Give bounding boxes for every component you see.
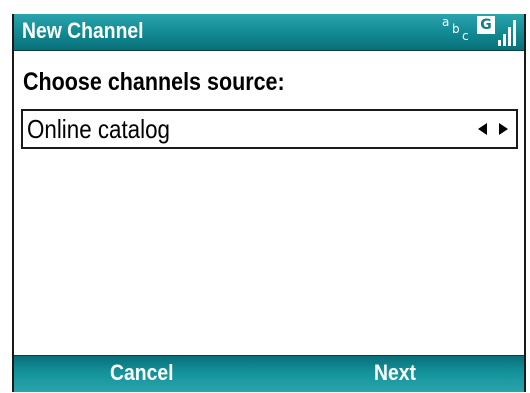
device-screen: New Channel a b c G Choose channels sour… <box>12 14 526 392</box>
arrow-right-icon[interactable] <box>499 123 508 135</box>
title-bar: New Channel a b c G <box>14 14 524 51</box>
selector-value: Online catalog <box>27 114 170 144</box>
signal-strength-icon <box>498 16 518 46</box>
arrow-left-icon[interactable] <box>478 123 487 135</box>
input-mode-b: b <box>452 22 460 36</box>
channel-source-selector[interactable]: Online catalog <box>21 109 518 149</box>
source-prompt: Choose channels source: <box>23 68 285 96</box>
network-g-icon: G <box>477 16 495 34</box>
selector-arrows <box>478 123 508 135</box>
window-title: New Channel <box>22 18 144 43</box>
softkey-bar: Cancel Next <box>14 355 524 392</box>
input-mode-c: c <box>462 29 469 43</box>
input-mode-a: a <box>442 15 450 29</box>
status-icons: a b c G <box>440 16 518 48</box>
cancel-button[interactable]: Cancel <box>110 360 173 386</box>
next-button[interactable]: Next <box>374 360 416 386</box>
input-mode-abc-icon: a b c <box>440 16 474 46</box>
